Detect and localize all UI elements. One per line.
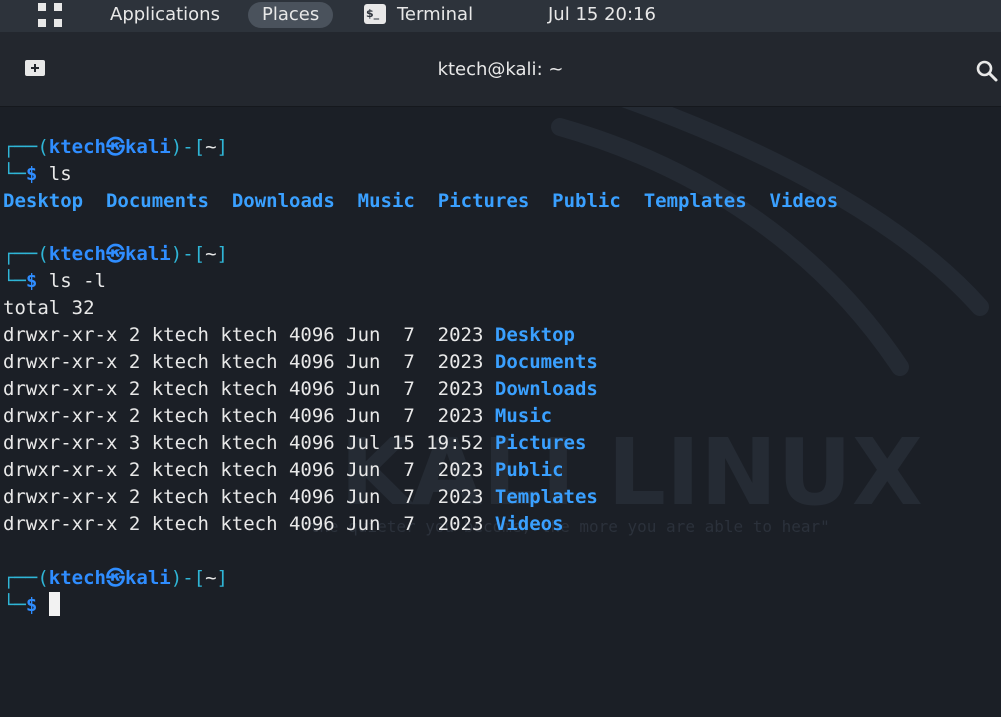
dir-entry: Videos [769, 190, 839, 212]
terminal-output[interactable]: KALI LINUX "the quieter you become, the … [0, 107, 1001, 717]
apps-grid-icon[interactable] [38, 3, 63, 28]
places-menu[interactable]: Places [248, 2, 334, 28]
dir-entry: Public [552, 190, 621, 212]
search-icon[interactable] [975, 59, 999, 83]
prompt-user: ktech [48, 136, 106, 158]
command-line: └─$ ls -l [3, 270, 106, 292]
dir-entry: Documents [105, 190, 209, 212]
ls-long-row: drwxr-xr-x 2 ktech ktech 4096 Jun 7 2023… [3, 486, 598, 508]
ls-long-row: drwxr-xr-x 2 ktech ktech 4096 Jun 7 2023… [3, 351, 598, 373]
dir-entry: Music [357, 190, 415, 212]
command-text: ls -l [48, 270, 106, 292]
ls-output: Desktop Documents Downloads Music Pictur… [3, 188, 838, 215]
text-cursor [48, 592, 60, 616]
ls-long-row: drwxr-xr-x 3 ktech ktech 4096 Jul 15 19:… [3, 432, 587, 454]
active-command-line[interactable]: └─$ [3, 592, 60, 619]
dir-entry: Templates [643, 190, 747, 212]
prompt-line: ┌──(ktech㉿kali)-[~] [3, 136, 228, 158]
ls-long-row: drwxr-xr-x 2 ktech ktech 4096 Jun 7 2023… [3, 378, 598, 400]
ls-long-row: drwxr-xr-x 2 ktech ktech 4096 Jun 7 2023… [3, 513, 564, 535]
window-title: ktech@kali: ~ [437, 59, 564, 80]
command-text: ls [48, 163, 72, 185]
top-panel: Applications Places $_ Terminal Jul 15 2… [0, 0, 1001, 32]
clock[interactable]: Jul 15 20:16 [548, 0, 656, 30]
prompt-line: ┌──(ktech㉿kali)-[~] [3, 567, 228, 589]
dir-entry: Downloads [231, 190, 335, 212]
dir-entry: Pictures [437, 190, 530, 212]
dir-entry: Desktop [3, 190, 84, 212]
ls-long-row: drwxr-xr-x 2 ktech ktech 4096 Jun 7 2023… [3, 324, 575, 346]
terminal-app-menu[interactable]: Terminal [397, 0, 473, 30]
terminal-icon: $_ [364, 4, 386, 24]
command-line: └─$ ls [3, 163, 72, 185]
applications-menu[interactable]: Applications [110, 0, 220, 30]
prompt-line: ┌──(ktech㉿kali)-[~] [3, 243, 228, 265]
ls-long-row: drwxr-xr-x 2 ktech ktech 4096 Jun 7 2023… [3, 459, 564, 481]
total-line: total 32 [3, 297, 95, 319]
prompt-dir: ~ [205, 136, 217, 158]
prompt-host: kali [124, 136, 171, 158]
ls-long-row: drwxr-xr-x 2 ktech ktech 4096 Jun 7 2023… [3, 405, 553, 427]
